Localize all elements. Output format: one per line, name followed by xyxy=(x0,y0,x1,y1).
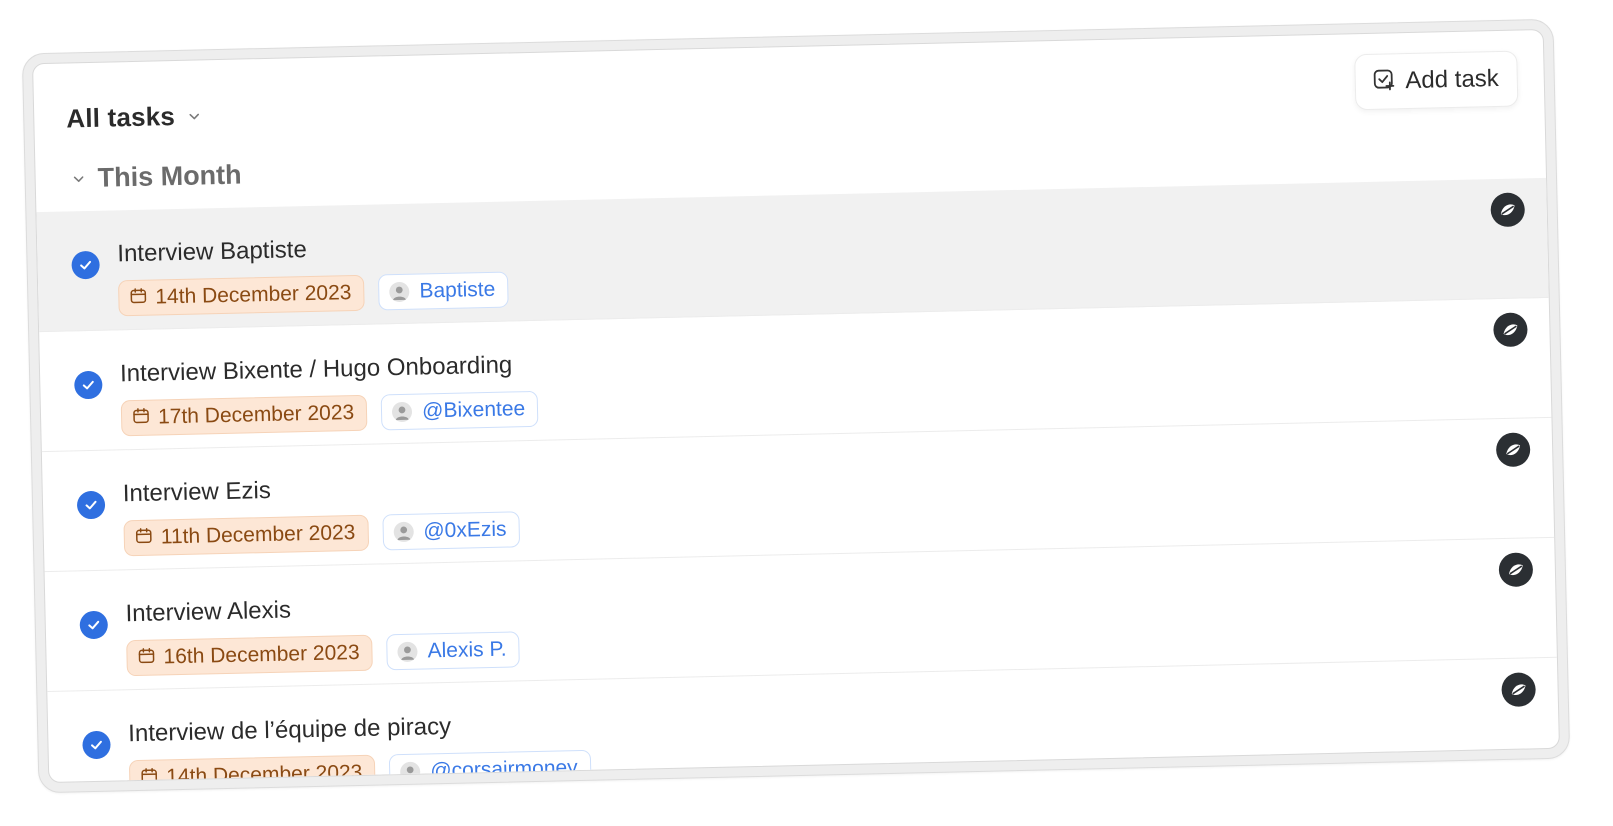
app-logo-icon[interactable] xyxy=(1495,432,1531,468)
check-circle-icon[interactable] xyxy=(79,610,109,640)
check-circle-icon[interactable] xyxy=(76,490,106,520)
app-logo-icon[interactable] xyxy=(1490,192,1526,228)
task-list-panel: All tasks Add task This Month Interview … xyxy=(32,28,1560,784)
due-date-text: 11th December 2023 xyxy=(160,521,356,549)
chevron-down-icon xyxy=(187,109,201,123)
task-meta: 14th December 2023 Baptiste xyxy=(117,271,509,317)
check-circle-icon[interactable] xyxy=(74,370,103,400)
user-avatar-icon xyxy=(393,521,414,543)
assignee-name: @Bixentee xyxy=(421,397,526,423)
task-title: Interview Alexis xyxy=(125,596,292,628)
app-logo-icon[interactable] xyxy=(1493,312,1528,348)
task-list: Interview Baptiste 14th December 2023 Ba… xyxy=(36,177,1559,784)
chevron-down-icon xyxy=(72,172,86,186)
task-title: Interview Bixente / Hugo Onboarding xyxy=(119,351,513,388)
task-card-frame: All tasks Add task This Month Interview … xyxy=(21,18,1571,794)
view-selector[interactable]: All tasks xyxy=(66,100,201,134)
assignee-name: Baptiste xyxy=(419,277,496,303)
due-date-badge[interactable]: 14th December 2023 xyxy=(117,274,365,317)
task-meta: 16th December 2023 Alexis P. xyxy=(126,631,520,677)
user-avatar-icon xyxy=(389,281,410,303)
assignee-name: @0xEzis xyxy=(423,517,507,543)
due-date-badge[interactable]: 17th December 2023 xyxy=(120,394,368,437)
task-title: Interview de l’équipe de piracy xyxy=(127,712,452,748)
due-date-text: 14th December 2023 xyxy=(155,281,352,309)
due-date-text: 17th December 2023 xyxy=(157,401,355,429)
add-task-button[interactable]: Add task xyxy=(1353,50,1519,111)
task-title: Interview Baptiste xyxy=(117,236,308,268)
section-title: This Month xyxy=(97,159,242,193)
section-toggle-this-month[interactable]: This Month xyxy=(71,160,242,195)
user-avatar-icon xyxy=(391,401,413,423)
check-circle-icon[interactable] xyxy=(82,730,111,760)
assignee-name: Alexis P. xyxy=(427,637,507,663)
view-selector-label: All tasks xyxy=(65,101,176,134)
app-logo-icon[interactable] xyxy=(1501,672,1537,708)
app-logo-icon[interactable] xyxy=(1498,552,1534,588)
calendar-icon xyxy=(140,766,159,783)
assignee-badge[interactable]: Alexis P. xyxy=(386,631,520,671)
assignee-badge[interactable]: @Bixentee xyxy=(380,390,539,431)
task-meta: 17th December 2023 @Bixentee xyxy=(120,390,539,437)
assignee-badge[interactable]: @0xEzis xyxy=(381,511,520,551)
calendar-icon xyxy=(132,406,151,429)
calendar-icon xyxy=(137,646,156,669)
due-date-badge[interactable]: 11th December 2023 xyxy=(123,514,369,557)
calendar-icon xyxy=(135,526,154,549)
screenshot-stage: All tasks Add task This Month Interview … xyxy=(0,0,1613,826)
due-date-badge[interactable]: 16th December 2023 xyxy=(126,634,374,677)
user-avatar-icon xyxy=(397,641,418,663)
task-meta: 11th December 2023 @0xEzis xyxy=(123,511,520,557)
task-title: Interview Ezis xyxy=(122,476,272,508)
add-task-label: Add task xyxy=(1405,64,1500,95)
calendar-icon xyxy=(129,286,148,309)
check-circle-icon[interactable] xyxy=(71,250,100,280)
due-date-text: 16th December 2023 xyxy=(163,640,360,669)
checkbox-plus-icon xyxy=(1371,67,1396,97)
assignee-badge[interactable]: Baptiste xyxy=(378,271,509,311)
